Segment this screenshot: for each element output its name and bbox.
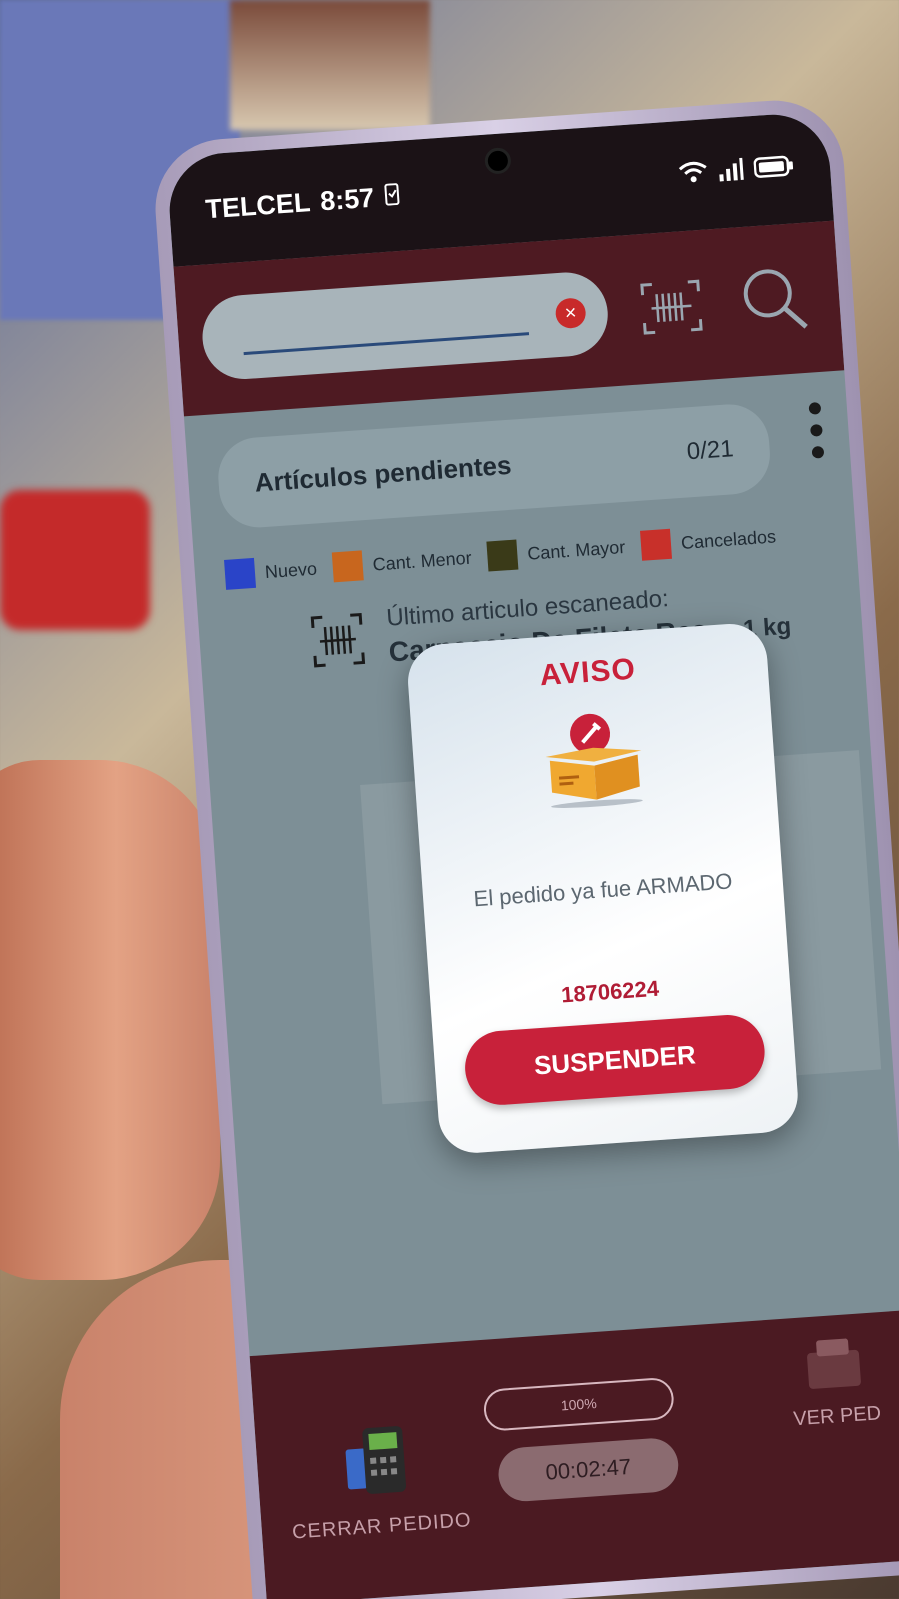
more-options-icon[interactable]	[808, 401, 825, 459]
phone: TELCEL 8:57 × Artículos pendientes 0/21 …	[150, 95, 899, 1599]
legend-label: Nuevo	[264, 558, 318, 582]
status-left: TELCEL 8:57	[204, 180, 401, 225]
status-legend: Nuevo Cant. Menor Cant. Mayor Cancelados	[224, 518, 827, 590]
front-camera	[483, 147, 512, 175]
legend-swatch	[331, 550, 364, 583]
legend-item-cancelados: Cancelados	[640, 521, 777, 561]
dialog-title: AVISO	[538, 652, 637, 693]
barcode-scan-button[interactable]	[629, 264, 714, 349]
order-number: 18706224	[560, 975, 660, 1008]
legend-label: Cancelados	[680, 525, 777, 553]
background-red-object	[0, 490, 150, 630]
legend-item-nuevo: Nuevo	[224, 554, 318, 590]
legend-swatch	[224, 557, 257, 590]
phone-frame: TELCEL 8:57 × Artículos pendientes 0/21 …	[150, 95, 899, 1599]
clear-search-button[interactable]: ×	[554, 297, 587, 330]
legend-swatch	[486, 539, 519, 572]
progress-indicator: 100%	[482, 1376, 676, 1432]
view-order-label: VER PED	[792, 1402, 882, 1431]
status-time: 8:57	[319, 182, 376, 216]
phone-screen: TELCEL 8:57 × Artículos pendientes 0/21 …	[165, 110, 899, 1599]
dialog-message: El pedido ya fue ARMADO	[472, 868, 734, 912]
alert-dialog: AVISO El pedido ya fue ARMADO 18706224 S…	[405, 621, 801, 1156]
search-input[interactable]: ×	[199, 269, 611, 382]
pending-title: Artículos pendientes	[253, 449, 513, 498]
legend-item-cant-menor: Cant. Menor	[331, 543, 473, 583]
signal-icon	[717, 156, 745, 189]
barcode-icon	[310, 613, 366, 668]
legend-swatch	[640, 528, 673, 561]
order-list-icon	[807, 1338, 861, 1389]
background-shelf	[230, 0, 430, 130]
status-right	[677, 153, 795, 192]
box-edit-icon	[545, 713, 643, 808]
search-icon	[743, 269, 808, 329]
payment-terminal-icon	[345, 1426, 407, 1494]
left-hand	[0, 760, 220, 1280]
order-timer: 00:02:47	[496, 1436, 681, 1503]
legend-item-cant-mayor: Cant. Mayor	[486, 532, 626, 572]
search-text-field[interactable]	[240, 291, 530, 356]
search-button[interactable]	[733, 257, 818, 342]
pending-items-card[interactable]: Artículos pendientes 0/21	[215, 401, 773, 531]
suspend-button[interactable]: SUSPENDER	[462, 1012, 768, 1108]
sim-icon	[383, 180, 401, 212]
barcode-icon	[640, 279, 703, 335]
wifi-icon	[677, 159, 709, 192]
legend-label: Cant. Menor	[372, 547, 473, 575]
close-icon: ×	[564, 301, 578, 325]
pending-count: 0/21	[685, 435, 735, 466]
legend-label: Cant. Mayor	[526, 536, 626, 564]
bottom-bar: CERRAR PEDIDO 100% 00:02:47 VER PED	[249, 1309, 899, 1599]
close-order-button[interactable]: CERRAR PEDIDO	[274, 1411, 482, 1546]
carrier-label: TELCEL	[204, 186, 312, 224]
battery-icon	[753, 154, 795, 186]
close-order-label: CERRAR PEDIDO	[291, 1509, 473, 1544]
view-order-button[interactable]: VER PED	[762, 1331, 899, 1434]
